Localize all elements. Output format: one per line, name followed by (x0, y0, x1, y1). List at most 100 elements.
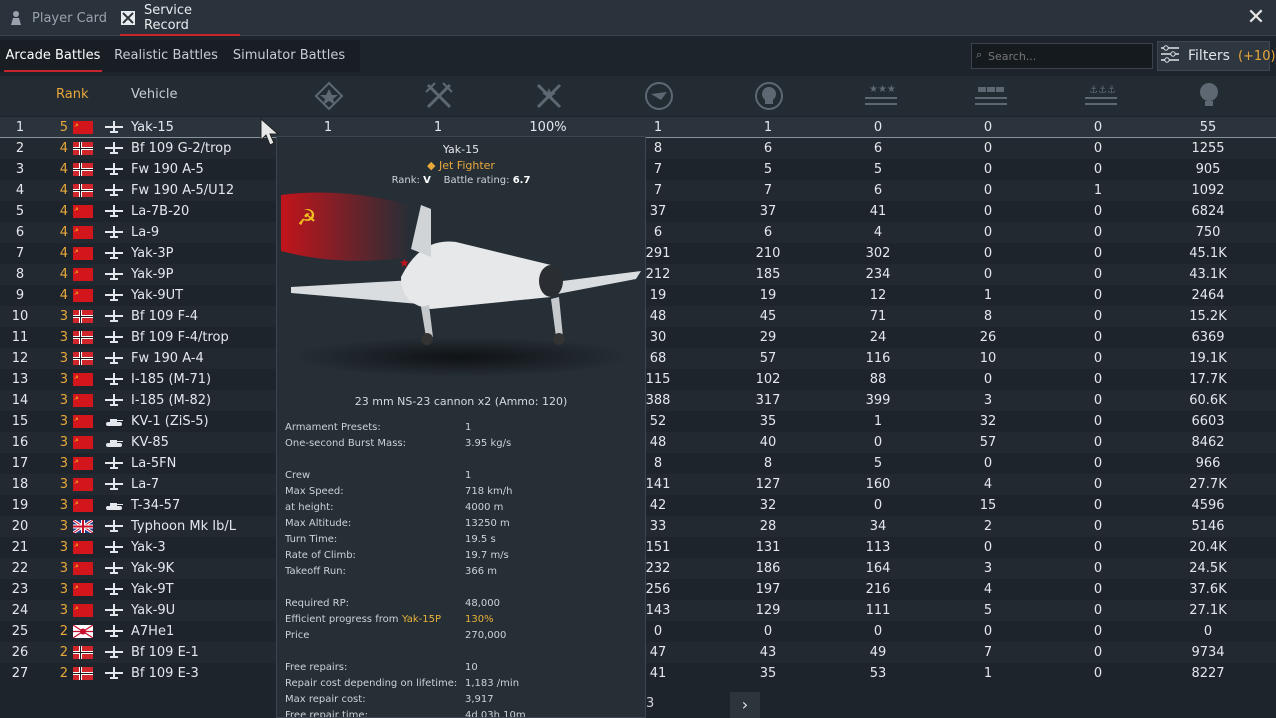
stat-cell: 0 (1093, 435, 1103, 450)
air-targets-icon[interactable]: ★★★ (863, 80, 897, 112)
row-rank: 2 (59, 645, 68, 660)
svg-text:⚓⚓⚓: ⚓⚓⚓ (1089, 85, 1116, 96)
plane-icon (105, 121, 123, 134)
svg-text:☭: ☭ (74, 585, 79, 591)
tooltip-stat-value: 130% (465, 614, 494, 625)
tooltip-stat-label: Takeoff Run: (285, 566, 346, 577)
row-number: 23 (11, 582, 29, 597)
stat-cell: 0 (983, 267, 993, 282)
next-page-button[interactable]: › (730, 692, 760, 718)
tooltip-stat-value: 1 (465, 470, 472, 481)
filters-button[interactable]: Filters (+10) (1157, 41, 1276, 71)
respawns-icon[interactable] (643, 80, 675, 112)
activity-icon[interactable] (1193, 80, 1225, 112)
stat-cell: 4596 (1191, 498, 1225, 513)
svg-text:☭: ☭ (74, 564, 79, 570)
plane-icon (105, 163, 123, 176)
vehicle-name: Yak-9UT (131, 288, 184, 303)
flag-ussr-icon: ☭ (73, 121, 93, 134)
tooltip-stat-value: 19.5 s (465, 534, 496, 545)
filters-icon (1160, 45, 1180, 67)
vehicle-name: Yak-9K (131, 561, 175, 576)
tooltip-stat-value: 270,000 (465, 630, 507, 641)
stat-cell: 6 (763, 141, 773, 156)
stat-cell: 24 (869, 330, 887, 345)
close-icon[interactable]: ✕ (1244, 6, 1268, 30)
header-vehicle[interactable]: Vehicle (131, 76, 178, 116)
flag-germany-icon (73, 352, 93, 365)
stat-cell: 3 (983, 561, 993, 576)
tab-arcade-battles[interactable]: Arcade Battles (4, 40, 102, 72)
table-row[interactable]: 1 5 ☭ Yak-15 1 1 100% 1 1 0 0 0 55 (0, 117, 1276, 138)
stat-cell: 1 (873, 414, 883, 429)
stat-cell: 6 (763, 225, 773, 240)
stat-cell: 0 (1093, 288, 1103, 303)
ground-targets-icon[interactable] (973, 80, 1007, 112)
stat-cell: 8 (983, 309, 993, 324)
tooltip-stat-label: Free repair time: (285, 710, 368, 718)
plane-icon (105, 457, 123, 470)
vehicle-name: T-34-57 (131, 498, 181, 513)
progress-vehicle-name: Yak-15P (402, 614, 442, 625)
flag-ussr-icon: ☭ (73, 415, 93, 428)
stat-cell: 0 (1093, 603, 1103, 618)
row-number: 12 (11, 351, 29, 366)
tank-icon (105, 499, 123, 512)
vehicle-image: ☭ ★ (281, 192, 641, 377)
stat-cell: 20.4K (1189, 540, 1227, 555)
stat-cell: 40 (759, 435, 777, 450)
naval-targets-icon[interactable]: ⚓⚓⚓ (1083, 80, 1117, 112)
stat-cell: 0 (1093, 330, 1103, 345)
svg-text:☭: ☭ (74, 123, 79, 129)
stat-cell: 0 (1093, 645, 1103, 660)
stat-cell: 34 (869, 519, 887, 534)
row-number: 7 (15, 246, 25, 261)
row-rank: 3 (59, 540, 68, 555)
victories-icon[interactable] (423, 80, 455, 112)
vehicle-name: Yak-15 (131, 120, 174, 135)
deaths-icon[interactable] (753, 80, 785, 112)
vehicle-name: La-9 (131, 225, 160, 240)
battles-icon[interactable] (313, 80, 345, 112)
stat-cell: 4 (983, 477, 993, 492)
stat-cell: 0 (1093, 204, 1103, 219)
stat-cell: 1 (1093, 183, 1103, 198)
stat-cell: 234 (865, 267, 891, 282)
stat-cell: 5 (763, 162, 773, 177)
row-number: 20 (11, 519, 29, 534)
row-number: 11 (11, 330, 29, 345)
tooltip-stat-label: Rate of Climb: (285, 550, 356, 561)
row-rank: 3 (59, 372, 68, 387)
tooltip-stat-label: Efficient progress from (285, 614, 399, 625)
search-input[interactable] (971, 43, 1153, 69)
stat-cell: 1 (983, 666, 993, 681)
row-rank: 3 (59, 393, 68, 408)
flag-germany-icon (73, 646, 93, 659)
stat-cell: 0 (1093, 519, 1103, 534)
tab-simulator-battles[interactable]: Simulator Battles (228, 40, 350, 72)
stat-cell: 7 (763, 183, 773, 198)
row-number: 15 (11, 414, 29, 429)
win-rate-icon[interactable] (533, 80, 565, 112)
stat-cell: 0 (1093, 666, 1103, 681)
stat-cell: 0 (983, 540, 993, 555)
tab-realistic-battles[interactable]: Realistic Battles (108, 40, 224, 72)
vehicle-name: Bf 109 G-2/trop (131, 141, 232, 156)
tab-player-card[interactable]: Player Card (8, 0, 107, 36)
stat-cell: 131 (755, 540, 781, 555)
stat-cell: 19.1K (1189, 351, 1227, 366)
row-number: 8 (15, 267, 25, 282)
plane-icon (105, 205, 123, 218)
header-rank[interactable]: Rank (56, 76, 88, 116)
tooltip-stat-value: 366 m (465, 566, 498, 577)
svg-text:☭: ☭ (297, 206, 317, 231)
stat-cell: 0 (983, 624, 993, 639)
vehicle-tooltip: Yak-15 ◆ Jet Fighter Rank: V Battle rati… (276, 136, 646, 718)
tab-service-record[interactable]: Service Record (120, 0, 240, 36)
tooltip-stat-value: 1 (465, 422, 472, 433)
row-number: 27 (11, 666, 29, 681)
flag-ussr-icon: ☭ (73, 562, 93, 575)
stat-cell: 160 (865, 477, 891, 492)
stat-cell: 127 (755, 477, 781, 492)
row-rank: 4 (59, 246, 68, 261)
